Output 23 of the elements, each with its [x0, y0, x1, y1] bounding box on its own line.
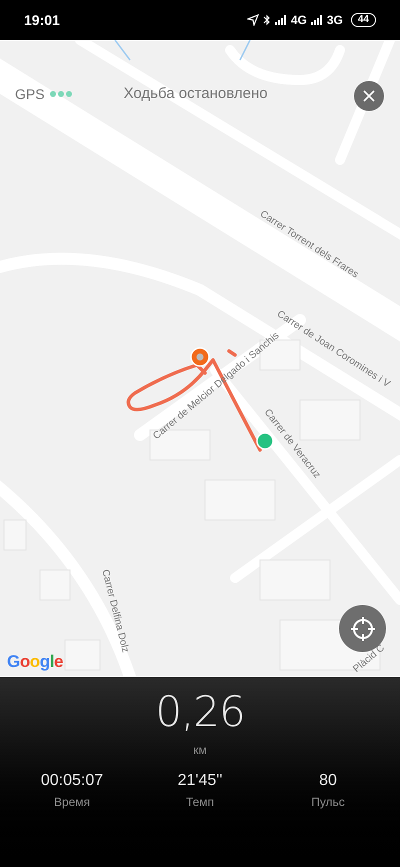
gps-signal-icon [48, 90, 73, 98]
gps-label: GPS [15, 84, 45, 104]
distance-value: 0,26 [155, 687, 245, 737]
activity-status: Ходьба остановлено [124, 84, 268, 104]
network-type: 4G [290, 12, 307, 29]
close-icon [363, 90, 375, 102]
metric-value: 21'45'' [178, 771, 222, 791]
crosshair-icon [350, 616, 376, 642]
bluetooth-icon [262, 14, 271, 26]
google-logo: Google [7, 651, 64, 673]
signal-icon [310, 15, 323, 25]
distance-unit: км [193, 742, 207, 759]
metric-value: 80 [319, 771, 337, 791]
metric-value: 00:05:07 [40, 771, 104, 791]
clock-time: 19:01 [24, 10, 60, 30]
metric-label: Время [54, 794, 90, 811]
location-arrow-icon [246, 14, 259, 26]
street-label: Carrer Delfina Dolz [98, 568, 132, 654]
battery-level: 44 [350, 13, 376, 27]
network-type: 3G [326, 12, 343, 29]
signal-icon [274, 15, 287, 25]
metric-label: Темп [186, 794, 214, 811]
metric-label: Пульс [311, 794, 345, 811]
